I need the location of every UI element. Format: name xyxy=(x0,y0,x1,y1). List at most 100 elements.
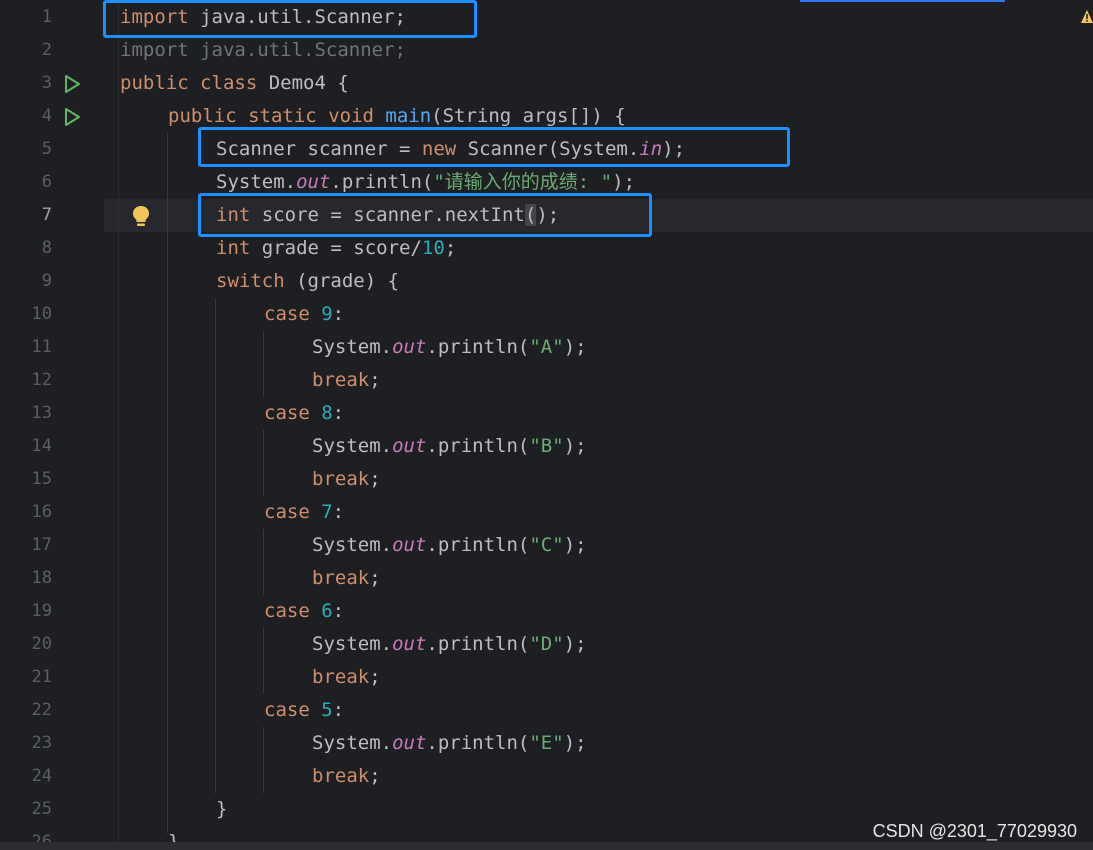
line-number: 1 xyxy=(41,7,52,27)
static-field: out xyxy=(392,633,427,655)
code-text: .println( xyxy=(426,435,530,457)
indent-guide xyxy=(215,298,216,793)
gutter-line: 12 xyxy=(0,364,104,397)
warning-icon[interactable] xyxy=(1080,8,1093,26)
fold-strip[interactable] xyxy=(104,0,119,850)
static-field: out xyxy=(392,732,427,754)
gutter-line: 14 xyxy=(0,430,104,463)
indent-guide xyxy=(263,727,264,793)
code-line[interactable]: case 8: xyxy=(264,397,344,430)
string-literal: "B" xyxy=(529,435,564,457)
line-number: 9 xyxy=(41,271,52,291)
gutter-line: 19 xyxy=(0,595,104,628)
line-number: 10 xyxy=(31,304,52,324)
gutter-line: 11 xyxy=(0,331,104,364)
code-line[interactable]: System.out.println("A"); xyxy=(312,331,587,364)
code-text: .println( xyxy=(426,732,530,754)
gutter-line: 21 xyxy=(0,661,104,694)
code-line[interactable]: break; xyxy=(312,760,381,793)
indent-guide xyxy=(263,529,264,595)
keyword: break xyxy=(312,666,370,688)
code-text: .println( xyxy=(330,171,434,193)
string-literal: "A" xyxy=(529,336,564,358)
code-text: ); xyxy=(563,435,587,457)
line-number: 2 xyxy=(41,40,52,60)
code-text: ; xyxy=(444,237,457,259)
gutter-line: 17 xyxy=(0,529,104,562)
line-number: 13 xyxy=(31,403,52,423)
string-literal: "D" xyxy=(529,633,564,655)
static-field: out xyxy=(392,435,427,457)
keyword: case xyxy=(264,699,310,721)
annotation-box-nextint xyxy=(198,193,652,237)
indent-guide xyxy=(263,430,264,496)
keyword: break xyxy=(312,765,370,787)
code-line[interactable]: break; xyxy=(312,463,381,496)
code-text: grade = score/ xyxy=(250,237,422,259)
code-text: : xyxy=(332,699,345,721)
keyword: void xyxy=(328,105,374,127)
code-line[interactable]: break; xyxy=(312,661,381,694)
number-literal: 6 xyxy=(321,600,333,622)
code-editor[interactable]: 1 2 3 4 5 6 7 8 9 10 11 12 13 14 15 16 1… xyxy=(0,0,1093,850)
code-line[interactable]: case 7: xyxy=(264,496,344,529)
line-number: 21 xyxy=(31,667,52,687)
line-number: 8 xyxy=(41,238,52,258)
code-text: : xyxy=(332,501,345,523)
code-line[interactable]: case 9: xyxy=(264,298,344,331)
line-number-current: 7 xyxy=(41,205,52,225)
code-text: ; xyxy=(369,369,381,391)
line-number: 11 xyxy=(31,337,52,357)
horizontal-scrollbar[interactable] xyxy=(0,842,1093,850)
keyword: int xyxy=(216,237,251,259)
line-number: 17 xyxy=(31,535,52,555)
gutter-line: 4 xyxy=(0,100,104,133)
tab-indicator xyxy=(800,0,1005,2)
code-text: .println( xyxy=(426,534,530,556)
lightbulb-icon[interactable] xyxy=(130,204,152,228)
code-text: } xyxy=(216,798,228,820)
line-number: 5 xyxy=(41,139,52,159)
run-main-icon[interactable] xyxy=(62,107,82,127)
function-name: main xyxy=(385,105,432,127)
line-number: 20 xyxy=(31,634,52,654)
code-line[interactable]: System.out.println("B"); xyxy=(312,430,587,463)
number-literal: 9 xyxy=(321,303,333,325)
code-text: : xyxy=(332,600,345,622)
keyword: class xyxy=(200,72,258,94)
code-line[interactable]: import java.util.Scanner; xyxy=(120,34,406,67)
number-literal: 7 xyxy=(321,501,333,523)
gutter-line: 20 xyxy=(0,628,104,661)
code-text-unused: import java.util.Scanner; xyxy=(120,39,406,61)
keyword: break xyxy=(312,369,370,391)
string-literal: "E" xyxy=(529,732,564,754)
keyword: public xyxy=(120,72,189,94)
code-line[interactable]: public class Demo4 { xyxy=(120,67,349,100)
code-text: ; xyxy=(369,765,381,787)
code-line[interactable]: System.out.println("D"); xyxy=(312,628,587,661)
code-text: System. xyxy=(312,732,393,754)
code-text: .println( xyxy=(426,336,530,358)
static-field: out xyxy=(392,336,427,358)
code-line[interactable]: System.out.println("E"); xyxy=(312,727,587,760)
code-line[interactable]: case 5: xyxy=(264,694,344,727)
gutter-line: 9 xyxy=(0,265,104,298)
code-text: ); xyxy=(612,171,636,193)
code-line[interactable]: switch (grade) { xyxy=(216,265,399,298)
keyword: case xyxy=(264,600,310,622)
run-class-icon[interactable] xyxy=(62,74,82,94)
code-line[interactable]: System.out.println("C"); xyxy=(312,529,587,562)
line-number: 4 xyxy=(41,106,52,126)
indent-guide xyxy=(263,628,264,694)
line-number: 12 xyxy=(31,370,52,390)
line-number: 19 xyxy=(31,601,52,621)
code-text: .println( xyxy=(426,633,530,655)
gutter-line: 23 xyxy=(0,727,104,760)
line-number: 15 xyxy=(31,469,52,489)
code-line[interactable]: break; xyxy=(312,562,381,595)
code-line[interactable]: } xyxy=(216,793,227,826)
code-line[interactable]: break; xyxy=(312,364,381,397)
code-text: System. xyxy=(216,171,297,193)
gutter-line: 8 xyxy=(0,232,104,265)
code-line[interactable]: case 6: xyxy=(264,595,344,628)
